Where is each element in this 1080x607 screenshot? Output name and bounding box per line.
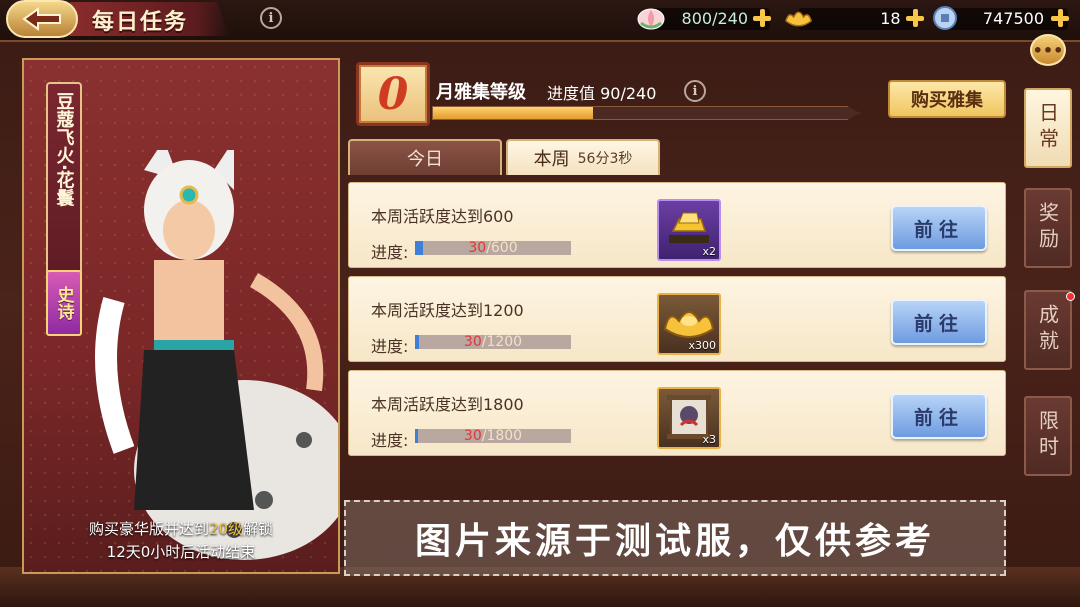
side-tab-achievements[interactable]: 成就 (1024, 290, 1072, 370)
event-countdown: 12天0小时后活动结束 (106, 543, 256, 561)
buy-collection-button[interactable]: 购买雅集 (888, 80, 1006, 118)
task-row: 本周活跃度达到1800 进度: 30/1800 x3 前往 (348, 370, 1006, 456)
back-button[interactable] (6, 0, 78, 38)
task-row: 本周活跃度达到600 进度: 30/600 x2 前往 (348, 182, 1006, 268)
reward-item[interactable]: x2 (657, 199, 721, 261)
progress-label: 进度: (371, 431, 409, 450)
task-row: 本周活跃度达到1200 进度: 30/1200 x300 前往 (348, 276, 1006, 362)
lotus-flower-icon (637, 8, 665, 30)
page-title: 每日任务 (92, 10, 189, 35)
rarity-badge: 史诗 (46, 270, 82, 336)
side-tab-daily[interactable]: 日常 (1024, 88, 1072, 168)
resource-silver: 747500 (930, 4, 1076, 32)
top-bar: 每日任务 i 800/240 18 747500 (0, 0, 1080, 42)
progress-label: 进度: (371, 337, 409, 356)
reward-item[interactable]: x3 (657, 387, 721, 449)
task-list: 本周活跃度达到600 进度: 30/600 x2 前往 本周活跃度达到1200 … (346, 176, 1008, 466)
go-button[interactable]: 前往 (891, 205, 987, 251)
level-progress-fill (433, 107, 593, 119)
task-name: 本周活跃度达到1800 (371, 395, 524, 414)
level-label: 月雅集等级 (436, 82, 526, 103)
level-progress-text: 进度值 90/240 (547, 84, 657, 103)
test-server-watermark: 图片来源于测试服，仅供参考 (344, 500, 1006, 576)
go-button[interactable]: 前往 (891, 393, 987, 439)
tab-week[interactable]: 本周 56分3秒 (506, 139, 660, 175)
go-button[interactable]: 前往 (891, 299, 987, 345)
task-progress-bar: 30/1200 (415, 334, 571, 350)
silver-value: 747500 (982, 8, 1044, 28)
silver-coin-icon (933, 6, 957, 30)
chat-bubble-icon[interactable]: ••• (1030, 34, 1066, 66)
resource-lotus: 800/240 (636, 4, 776, 32)
lotus-value: 800/240 (681, 8, 748, 28)
add-gold-button[interactable] (905, 8, 924, 28)
task-name: 本周活跃度达到1200 (371, 301, 524, 320)
side-tab-rewards[interactable]: 奖励 (1024, 188, 1072, 268)
reward-item[interactable]: x300 (657, 293, 721, 355)
notification-dot (1066, 292, 1075, 301)
side-tab-limited[interactable]: 限时 (1024, 396, 1072, 476)
week-timer: 56分3秒 (577, 151, 633, 167)
progress-label: 进度: (371, 243, 409, 262)
task-name: 本周活跃度达到600 (371, 207, 514, 226)
tab-today[interactable]: 今日 (348, 139, 502, 175)
task-progress-bar: 30/600 (415, 240, 571, 256)
character-illustration (95, 150, 338, 560)
gold-ingot-icon (785, 11, 813, 27)
gold-value: 18 (880, 8, 901, 28)
add-lotus-button[interactable] (752, 8, 772, 28)
resource-gold: 18 (784, 4, 924, 32)
level-progress-bar (432, 106, 860, 120)
level-value: 0 (377, 69, 409, 120)
add-silver-button[interactable] (1050, 8, 1070, 28)
info-icon[interactable]: i (260, 7, 282, 29)
level-info-icon[interactable]: i (684, 80, 706, 102)
unlock-info: 购买豪华版并达到20级解锁 12天0小时后活动结束 (24, 518, 338, 564)
arrow-left-icon (22, 7, 61, 31)
reward-character-panel: 豆蔻飞火·花鬟 史诗 购买豪华版并达到20级解锁 12天0小时后活动结束 (22, 58, 340, 574)
character-name: 豆蔻飞火·花鬟 (53, 92, 75, 207)
level-badge: 0 (356, 62, 430, 126)
unlock-condition: 购买豪华版并达到20级解锁 (88, 520, 274, 538)
task-progress-bar: 30/1800 (415, 428, 571, 444)
